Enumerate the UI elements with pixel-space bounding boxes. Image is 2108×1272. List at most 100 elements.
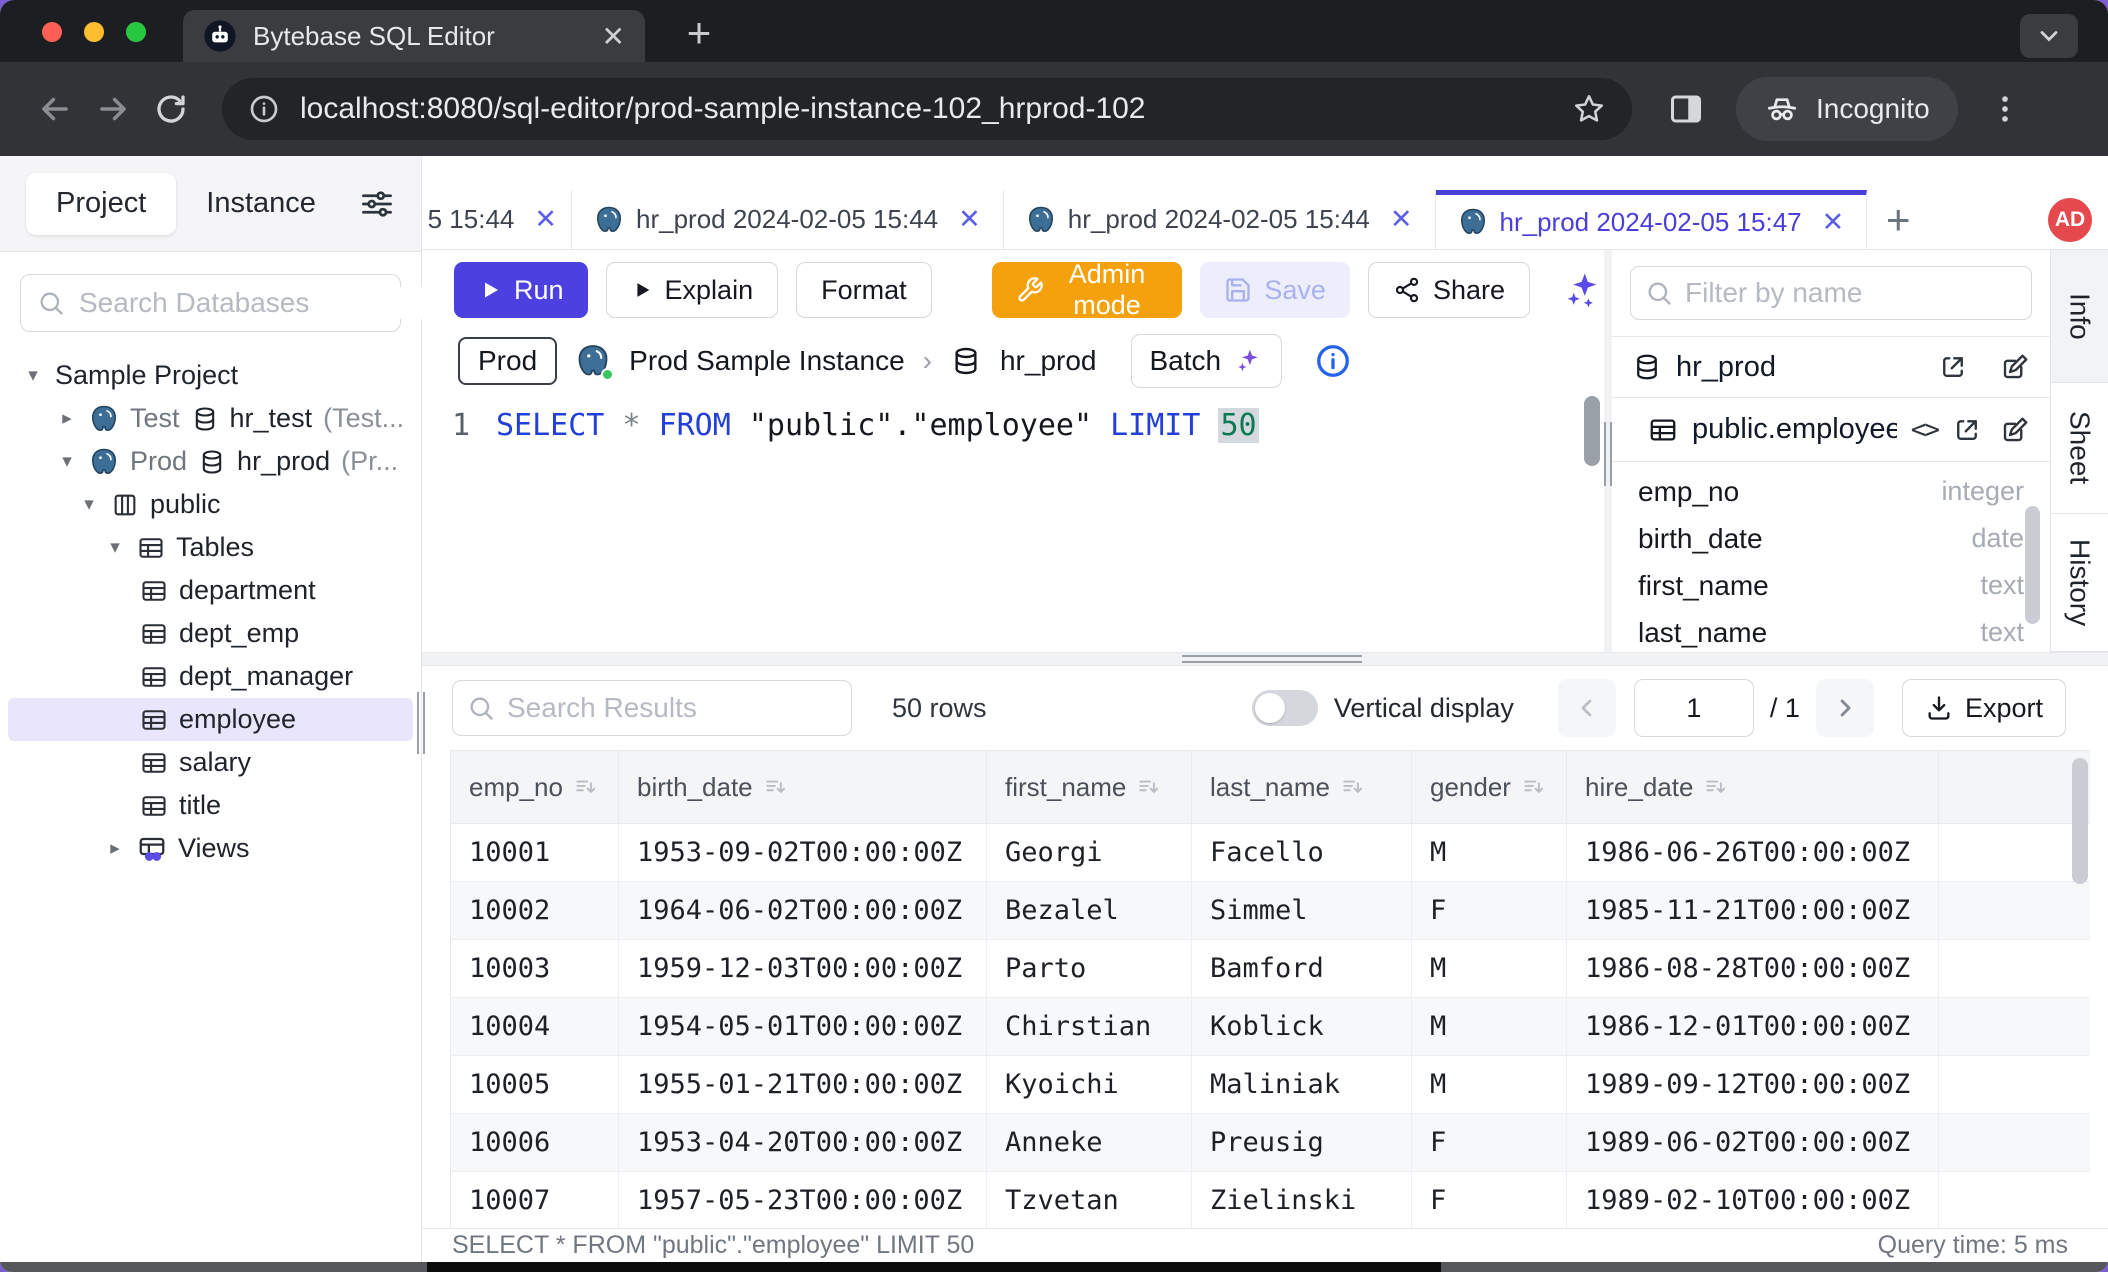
column-header[interactable]: hire_date — [1567, 751, 1939, 823]
results-scrollbar[interactable] — [2072, 758, 2088, 884]
tree-item-project[interactable]: ▾ Sample Project — [0, 354, 421, 397]
cell-emp-no[interactable]: 10004 — [451, 998, 619, 1055]
address-bar[interactable]: localhost:8080/sql-editor/prod-sample-in… — [222, 78, 1632, 140]
share-button[interactable]: Share — [1368, 262, 1530, 318]
cell-gender[interactable]: M — [1412, 998, 1567, 1055]
explain-button[interactable]: Explain — [606, 262, 779, 318]
sort-icon[interactable] — [1340, 774, 1366, 800]
caret-down-icon[interactable]: ▾ — [56, 450, 78, 473]
cell-first-name[interactable]: Bezalel — [987, 882, 1192, 939]
environment-chip[interactable]: Prod — [458, 337, 557, 385]
cell-hire-date[interactable]: 1985-11-21T00:00:00Z — [1567, 882, 1939, 939]
tab-history[interactable]: History — [2051, 514, 2108, 652]
code-icon[interactable]: <> — [1911, 415, 1938, 445]
sort-icon[interactable] — [1521, 774, 1547, 800]
cell-hire-date[interactable]: 1986-08-28T00:00:00Z — [1567, 940, 1939, 997]
close-icon[interactable]: ✕ — [1822, 207, 1845, 238]
close-window-button[interactable] — [42, 22, 62, 42]
splitter-grip[interactable] — [1182, 655, 1362, 663]
column-row[interactable]: first_name text — [1612, 562, 2050, 609]
minimize-window-button[interactable] — [84, 22, 104, 42]
cell-emp-no[interactable]: 10002 — [451, 882, 619, 939]
cell-last-name[interactable]: Bamford — [1192, 940, 1412, 997]
sidebar-resize-handle[interactable] — [417, 692, 425, 754]
editor-scrollbar[interactable] — [1584, 396, 1600, 466]
cell-first-name[interactable]: Kyoichi — [987, 1056, 1192, 1113]
tree-item-table-dept-emp[interactable]: dept_emp — [0, 612, 421, 655]
editor-tab-2[interactable]: hr_prod 2024-02-05 15:44 ✕ — [1004, 190, 1436, 249]
tree-item-hr-prod[interactable]: ▾ Prod hr_prod (Pr... — [0, 440, 421, 483]
sort-icon[interactable] — [573, 774, 599, 800]
database-search[interactable] — [20, 274, 401, 332]
filter-by-name-input[interactable] — [1685, 277, 2017, 309]
prev-page-button[interactable] — [1558, 679, 1616, 737]
editor-tab-1[interactable]: hr_prod 2024-02-05 15:44 ✕ — [572, 190, 1004, 249]
cell-gender[interactable]: M — [1412, 940, 1567, 997]
schema-scrollbar[interactable] — [2025, 506, 2040, 624]
tab-close-icon[interactable]: ✕ — [602, 20, 625, 53]
sort-icon[interactable] — [1703, 774, 1729, 800]
instance-name[interactable]: Prod Sample Instance — [629, 345, 905, 377]
side-panel-icon[interactable] — [1668, 91, 1704, 127]
external-link-icon[interactable] — [1952, 415, 1982, 445]
caret-down-icon[interactable]: ▾ — [22, 364, 44, 387]
tree-item-views-group[interactable]: ▸ Views — [0, 827, 421, 870]
tree-item-tables-group[interactable]: ▾ Tables — [0, 526, 421, 569]
cell-birth-date[interactable]: 1953-09-02T00:00:00Z — [619, 824, 987, 881]
column-header[interactable]: gender — [1412, 751, 1567, 823]
cell-birth-date[interactable]: 1957-05-23T00:00:00Z — [619, 1172, 987, 1228]
tree-item-hr-test[interactable]: ▸ Test hr_test (Test... — [0, 397, 421, 440]
cell-gender[interactable]: F — [1412, 1114, 1567, 1171]
format-button[interactable]: Format — [796, 262, 932, 318]
table-row[interactable]: 10007 1957-05-23T00:00:00Z Tzvetan Zieli… — [451, 1172, 2090, 1228]
close-icon[interactable]: ✕ — [1390, 204, 1413, 235]
maximize-window-button[interactable] — [126, 22, 146, 42]
external-link-icon[interactable] — [1938, 352, 1968, 382]
close-icon[interactable]: ✕ — [534, 204, 557, 235]
new-tab-button[interactable]: + — [676, 10, 722, 56]
tree-item-table-salary[interactable]: salary — [0, 741, 421, 784]
cell-hire-date[interactable]: 1989-06-02T00:00:00Z — [1567, 1114, 1939, 1171]
edit-icon[interactable] — [2000, 352, 2030, 382]
edit-icon[interactable] — [2000, 415, 2030, 445]
admin-mode-button[interactable]: Admin mode — [992, 262, 1183, 318]
cell-hire-date[interactable]: 1989-02-10T00:00:00Z — [1567, 1172, 1939, 1228]
table-row[interactable]: 10005 1955-01-21T00:00:00Z Kyoichi Malin… — [451, 1056, 2090, 1114]
tree-item-table-title[interactable]: title — [0, 784, 421, 827]
search-databases-input[interactable] — [79, 287, 440, 319]
cell-emp-no[interactable]: 10001 — [451, 824, 619, 881]
cell-gender[interactable]: F — [1412, 882, 1567, 939]
cell-last-name[interactable]: Facello — [1192, 824, 1412, 881]
browser-tab[interactable]: Bytebase SQL Editor ✕ — [183, 10, 645, 62]
column-header[interactable]: last_name — [1192, 751, 1412, 823]
schema-filter[interactable] — [1630, 266, 2032, 320]
filter-sliders-icon[interactable] — [359, 186, 395, 222]
cell-birth-date[interactable]: 1964-06-02T00:00:00Z — [619, 882, 987, 939]
cell-emp-no[interactable]: 10005 — [451, 1056, 619, 1113]
cell-last-name[interactable]: Preusig — [1192, 1114, 1412, 1171]
export-button[interactable]: Export — [1902, 679, 2066, 737]
avatar[interactable]: AD — [2048, 198, 2092, 242]
results-search[interactable] — [452, 680, 852, 736]
browser-menu-button[interactable] — [1988, 92, 2022, 126]
cell-first-name[interactable]: Georgi — [987, 824, 1192, 881]
cell-first-name[interactable]: Chirstian — [987, 998, 1192, 1055]
cell-first-name[interactable]: Parto — [987, 940, 1192, 997]
save-button[interactable]: Save — [1200, 262, 1350, 318]
column-row[interactable]: last_name text — [1612, 609, 2050, 652]
tab-instance[interactable]: Instance — [176, 173, 346, 235]
site-info-icon[interactable] — [248, 93, 280, 125]
ai-sparkle-icon[interactable] — [1560, 268, 1604, 312]
cell-last-name[interactable]: Maliniak — [1192, 1056, 1412, 1113]
cell-gender[interactable]: M — [1412, 1056, 1567, 1113]
splitter-grip[interactable] — [1604, 422, 1612, 486]
tree-item-table-dept-manager[interactable]: dept_manager — [0, 655, 421, 698]
cell-birth-date[interactable]: 1953-04-20T00:00:00Z — [619, 1114, 987, 1171]
next-page-button[interactable] — [1816, 679, 1874, 737]
new-sheet-button[interactable]: + — [1867, 190, 1929, 249]
horizontal-scrollbar-thumb[interactable] — [427, 1262, 1441, 1272]
editor-tab-3-active[interactable]: hr_prod 2024-02-05 15:47 ✕ — [1436, 190, 1868, 249]
tree-item-table-department[interactable]: department — [0, 569, 421, 612]
back-button[interactable] — [26, 80, 84, 138]
column-header[interactable]: birth_date — [619, 751, 987, 823]
